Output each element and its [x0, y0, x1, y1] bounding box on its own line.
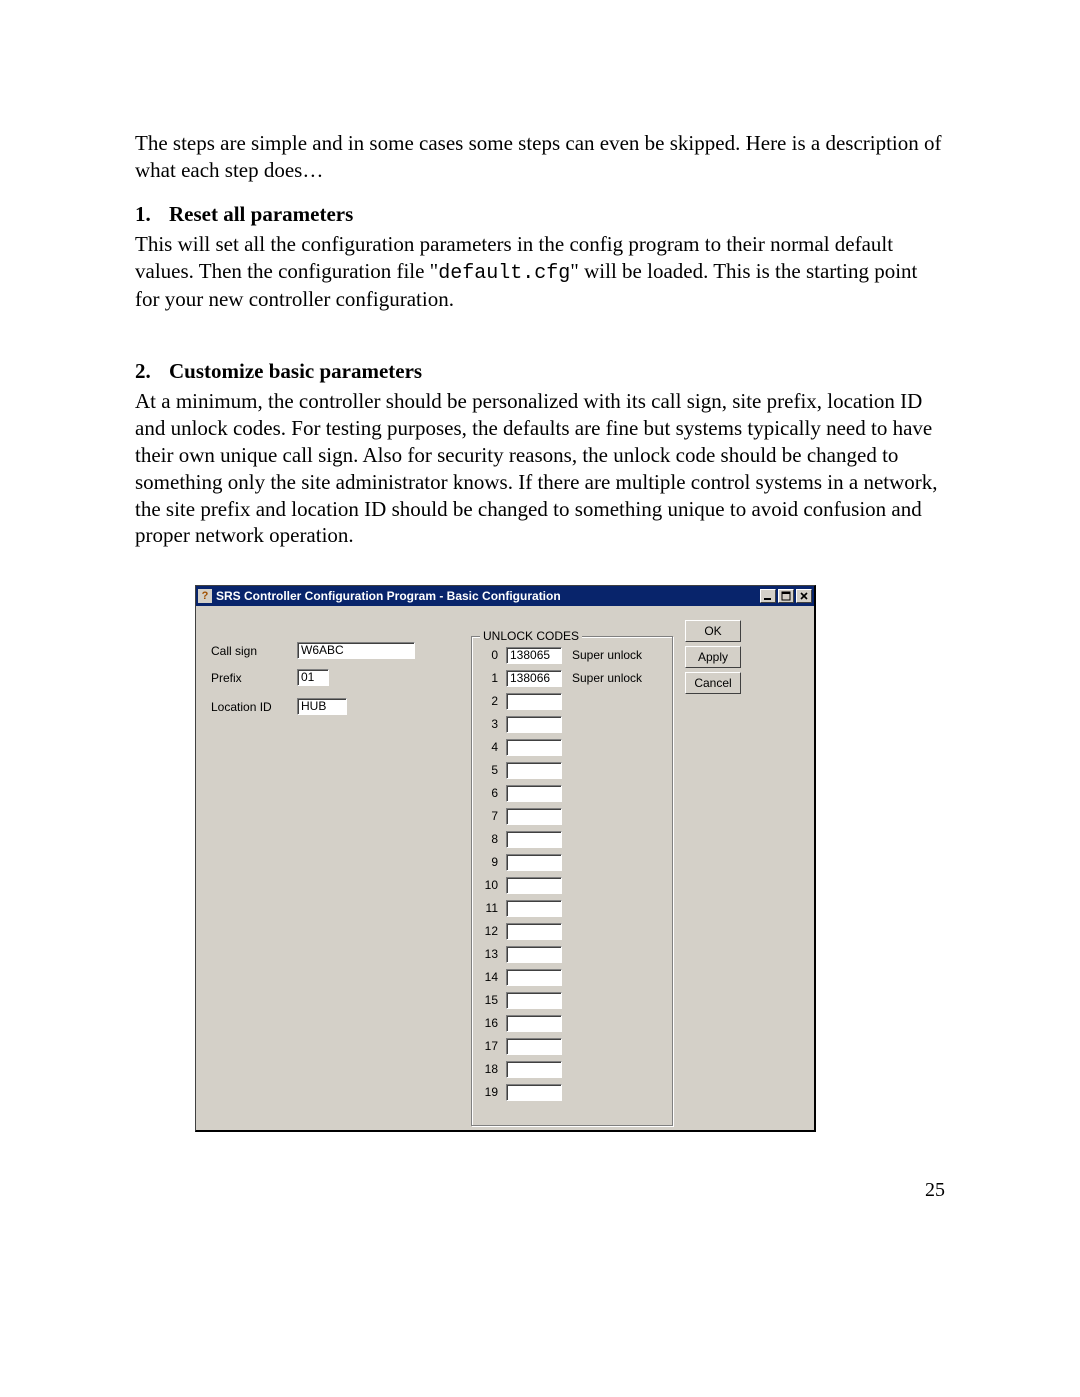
unlock-code-input[interactable]: 138066: [506, 670, 562, 687]
unlock-code-index: 18: [480, 1062, 498, 1076]
unlock-code-row: 7: [480, 806, 664, 826]
unlock-code-row: 5: [480, 760, 664, 780]
unlock-code-input[interactable]: 138065: [506, 647, 562, 664]
unlock-code-index: 2: [480, 694, 498, 708]
unlock-code-input[interactable]: [506, 900, 562, 917]
unlock-code-input[interactable]: [506, 693, 562, 710]
unlock-code-input[interactable]: [506, 992, 562, 1009]
unlock-code-index: 15: [480, 993, 498, 1007]
step2-title: Customize basic parameters: [169, 359, 422, 383]
step1-paragraph: This will set all the configuration para…: [135, 231, 945, 313]
unlock-code-input[interactable]: [506, 1061, 562, 1078]
unlock-code-index: 14: [480, 970, 498, 984]
unlock-code-index: 10: [480, 878, 498, 892]
window-title: SRS Controller Configuration Program - B…: [216, 589, 760, 603]
minimize-icon: [763, 591, 773, 601]
step2-heading: 2.Customize basic parameters: [135, 359, 945, 384]
unlock-code-input[interactable]: [506, 1038, 562, 1055]
ok-button[interactable]: OK: [685, 620, 741, 642]
step1-heading: 1.Reset all parameters: [135, 202, 945, 227]
unlock-code-index: 6: [480, 786, 498, 800]
unlock-code-index: 7: [480, 809, 498, 823]
unlock-code-input[interactable]: [506, 946, 562, 963]
unlock-code-input[interactable]: [506, 785, 562, 802]
unlock-code-row: 19: [480, 1082, 664, 1102]
unlock-code-row: 3: [480, 714, 664, 734]
unlock-code-input[interactable]: [506, 877, 562, 894]
unlock-code-row: 4: [480, 737, 664, 757]
location-id-input[interactable]: HUB: [297, 698, 347, 715]
prefix-label: Prefix: [211, 671, 242, 685]
app-icon: ?: [198, 589, 212, 603]
unlock-code-row: 6: [480, 783, 664, 803]
minimize-button[interactable]: [760, 589, 776, 603]
unlock-code-index: 19: [480, 1085, 498, 1099]
call-sign-input[interactable]: W6ABC: [297, 642, 415, 659]
unlock-code-index: 16: [480, 1016, 498, 1030]
unlock-code-row: 17: [480, 1036, 664, 1056]
window-controls: [760, 589, 812, 603]
unlock-code-index: 11: [480, 901, 498, 915]
close-button[interactable]: [796, 589, 812, 603]
unlock-code-input[interactable]: [506, 969, 562, 986]
unlock-code-desc: Super unlock: [572, 648, 642, 662]
unlock-code-input[interactable]: [506, 854, 562, 871]
unlock-code-desc: Super unlock: [572, 671, 642, 685]
page-number: 25: [925, 1179, 945, 1202]
unlock-code-row: 8: [480, 829, 664, 849]
step2-number: 2.: [135, 359, 169, 384]
unlock-code-row: 1 138066 Super unlock: [480, 668, 664, 688]
step1-title: Reset all parameters: [169, 202, 353, 226]
unlock-code-input[interactable]: [506, 923, 562, 940]
unlock-code-row: 10: [480, 875, 664, 895]
unlock-codes-legend: UNLOCK CODES: [480, 629, 582, 643]
unlock-code-index: 8: [480, 832, 498, 846]
maximize-button[interactable]: [778, 589, 794, 603]
unlock-code-row: 15: [480, 990, 664, 1010]
unlock-code-row: 0 138065 Super unlock: [480, 645, 664, 665]
unlock-codes-group: UNLOCK CODES 0138065Super unlock1138066S…: [471, 636, 673, 1126]
unlock-code-row: 12: [480, 921, 664, 941]
unlock-code-row: 13: [480, 944, 664, 964]
unlock-code-index: 4: [480, 740, 498, 754]
unlock-code-row: 16: [480, 1013, 664, 1033]
unlock-code-index: 13: [480, 947, 498, 961]
unlock-code-input[interactable]: [506, 1015, 562, 1032]
unlock-code-row: 11: [480, 898, 664, 918]
config-window: ? SRS Controller Configuration Program -…: [195, 585, 816, 1132]
call-sign-label: Call sign: [211, 644, 257, 658]
unlock-code-index: 5: [480, 763, 498, 777]
unlock-code-input[interactable]: [506, 739, 562, 756]
unlock-code-input[interactable]: [506, 808, 562, 825]
prefix-input[interactable]: 01: [297, 669, 329, 686]
cancel-button[interactable]: Cancel: [685, 672, 741, 694]
unlock-code-input[interactable]: [506, 762, 562, 779]
unlock-code-index: 1: [480, 671, 498, 685]
unlock-code-row: 2: [480, 691, 664, 711]
client-area: Call sign Prefix Location ID W6ABC 01 HU…: [199, 608, 811, 1127]
step1-config-file: default.cfg: [438, 262, 570, 285]
unlock-code-index: 17: [480, 1039, 498, 1053]
step1-number: 1.: [135, 202, 169, 227]
unlock-code-input[interactable]: [506, 831, 562, 848]
unlock-code-row: 9: [480, 852, 664, 872]
titlebar[interactable]: ? SRS Controller Configuration Program -…: [196, 586, 814, 606]
unlock-code-row: 18: [480, 1059, 664, 1079]
step2-paragraph: At a minimum, the controller should be p…: [135, 388, 945, 549]
apply-button[interactable]: Apply: [685, 646, 741, 668]
close-icon: [799, 591, 809, 601]
maximize-icon: [781, 591, 791, 601]
unlock-code-index: 12: [480, 924, 498, 938]
unlock-code-index: 0: [480, 648, 498, 662]
intro-paragraph: The steps are simple and in some cases s…: [135, 130, 945, 184]
location-id-label: Location ID: [211, 700, 272, 714]
unlock-code-row: 14: [480, 967, 664, 987]
document-page: The steps are simple and in some cases s…: [0, 0, 1080, 1397]
unlock-code-input[interactable]: [506, 716, 562, 733]
unlock-code-input[interactable]: [506, 1084, 562, 1101]
unlock-code-index: 3: [480, 717, 498, 731]
unlock-code-index: 9: [480, 855, 498, 869]
